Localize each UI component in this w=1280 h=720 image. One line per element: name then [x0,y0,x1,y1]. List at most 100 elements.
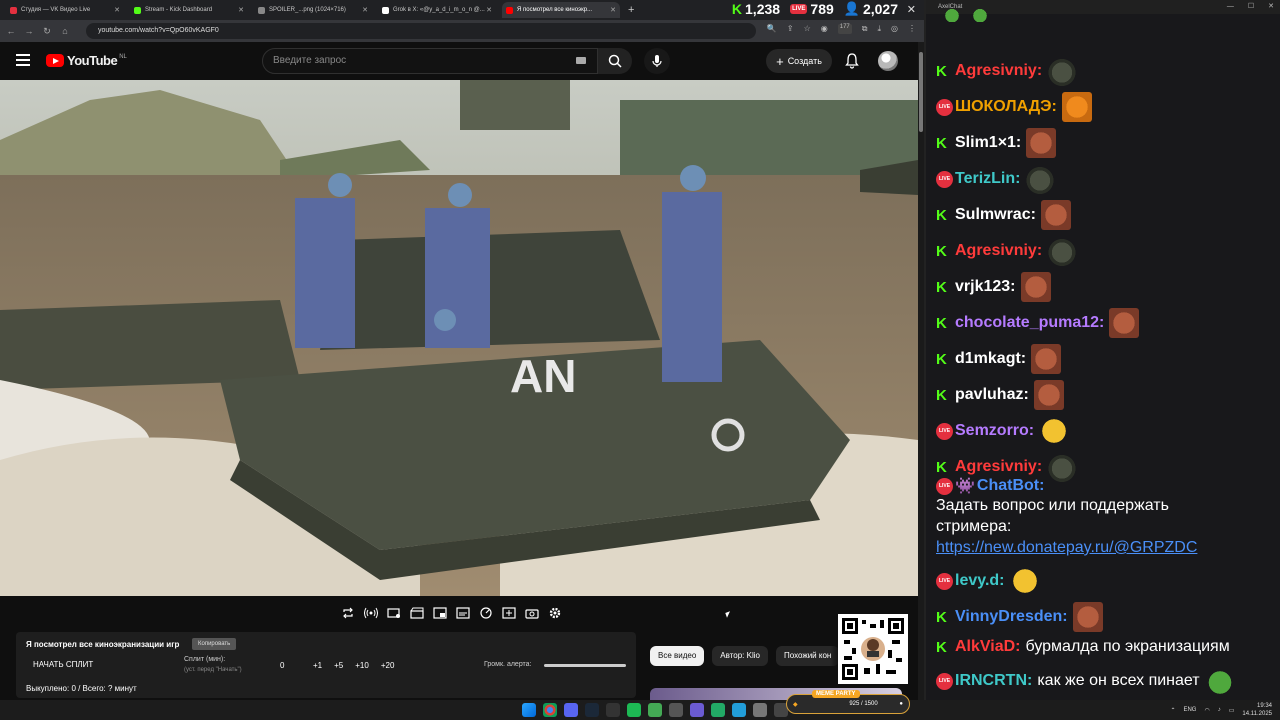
menu-dots-icon[interactable]: ⋮ [908,24,916,34]
share-icon[interactable]: ⇪ [787,24,794,34]
tiger-emote-icon [1061,92,1092,122]
gear-icon[interactable] [547,606,563,620]
extension-badge[interactable]: 177 [837,24,852,34]
screenshot-camera-icon[interactable] [524,606,540,620]
chip-all-videos[interactable]: Все видео [650,646,705,666]
app-icon[interactable] [753,703,767,717]
battery-icon[interactable]: ▭ [1229,707,1235,714]
create-button[interactable]: + Создать [766,49,832,73]
chat-username[interactable]: Agresivniy: [955,458,1042,476]
app-icon[interactable] [606,703,620,717]
steam-icon[interactable] [585,703,599,717]
avatar[interactable] [878,51,898,71]
add-20-button[interactable]: +20 [381,661,395,670]
chatbot-username[interactable]: ChatBot: [977,477,1045,495]
spotify-icon[interactable] [627,703,641,717]
add-to-queue-icon[interactable] [501,606,517,620]
close-icon[interactable]: ✕ [238,6,244,14]
chat-username[interactable]: AlkViaD: [955,638,1021,656]
language-indicator[interactable]: ENG [1183,707,1196,713]
speed-gauge-icon[interactable] [478,606,494,620]
keyboard-icon[interactable] [576,57,586,64]
telegram-icon[interactable] [732,703,746,717]
tab-kick-dashboard[interactable]: Stream - Kick Dashboard ✕ [130,2,248,18]
extension-icon[interactable]: ◉ [821,24,828,34]
youtube-logo[interactable]: YouTube NL [46,53,127,68]
chat-username[interactable]: Agresivniy: [955,62,1042,80]
chat-username[interactable]: TerizLin: [955,170,1020,188]
clapperboard-icon[interactable] [409,606,425,620]
new-tab-button[interactable]: + [628,4,634,16]
wifi-icon[interactable]: ◠ [1204,707,1209,714]
broadcast-icon[interactable] [363,606,379,620]
maximize-icon[interactable]: ☐ [1248,0,1254,14]
notifications-bell-icon[interactable] [845,53,859,69]
close-icon[interactable]: ✕ [1268,0,1274,14]
tab-spoiler-png[interactable]: SPOILER_...png (1024×716) ✕ [254,2,372,18]
chat-username[interactable]: levy.d: [955,572,1005,590]
chat-username[interactable]: Sulmwrac: [955,206,1036,224]
puzzle-icon[interactable]: ⧉ [862,24,868,34]
reload-icon[interactable]: ↻ [40,26,54,37]
zoom-icon[interactable]: 🔍 [767,24,777,34]
discord-icon[interactable] [564,703,578,717]
close-icon[interactable]: ✕ [114,6,120,14]
voice-search-button[interactable] [644,48,670,74]
chat-message-text: как же он всех пинает [1037,672,1200,689]
home-icon[interactable]: ⌂ [58,26,72,36]
chat-username[interactable]: Slim1×1: [955,134,1021,152]
chat-username[interactable]: ШОКОЛАДЭ: [955,98,1057,116]
download-icon[interactable]: ⤓ [877,24,881,34]
add-5-button[interactable]: +5 [334,661,343,670]
chat-username[interactable]: pavluhaz: [955,386,1029,404]
clock[interactable]: 19:34 14.11.2025 [1242,702,1272,718]
menu-icon[interactable] [16,54,30,66]
app-icon[interactable] [690,703,704,717]
minimize-icon[interactable]: — [1227,0,1234,14]
tab-grok-x[interactable]: Grok в X: «@y_a_d_i_m_o_n @... ✕ [378,2,496,18]
start-split-button[interactable]: НАЧАТЬ СПЛИТ [33,660,93,669]
seal-emote-icon [1047,452,1078,482]
windows-start-icon[interactable] [522,703,536,717]
chat-username[interactable]: IRNCRTN: [955,672,1032,690]
chat-username[interactable]: VinnyDresden: [955,608,1068,626]
chat-username[interactable]: d1mkagt: [955,350,1026,368]
copy-button[interactable]: Копировать [192,638,237,650]
search-button[interactable] [598,48,632,74]
tab-vk-studio[interactable]: Студия — VK Видео Live ✕ [6,2,124,18]
obs-icon[interactable] [669,703,683,717]
chip-author[interactable]: Автор: Klio [712,646,768,666]
add-10-button[interactable]: +10 [355,661,369,670]
close-icon[interactable]: ✕ [486,6,492,14]
chevron-up-icon[interactable]: ⌃ [1170,707,1175,714]
search-input[interactable]: Введите запрос [262,48,598,74]
volume-icon[interactable]: ♪ [1218,707,1221,713]
chat-username[interactable]: Semzorro: [955,422,1034,440]
app-icon[interactable] [648,703,662,717]
screen-settings-icon[interactable] [386,606,402,620]
close-icon[interactable]: ✕ [610,6,616,14]
scrollbar-thumb[interactable] [919,52,923,132]
tab-youtube-video[interactable]: Я посмотрел все киноэкр... ✕ [502,2,620,18]
chrome-icon[interactable] [543,703,557,717]
profile-icon[interactable]: ◎ [891,24,898,34]
chat-username[interactable]: Agresivniy: [955,242,1042,260]
app-icon[interactable] [711,703,725,717]
add-1-button[interactable]: +1 [313,661,322,670]
chat-username[interactable]: chocolate_puma12: [955,314,1104,332]
url-field[interactable]: youtube.com/watch?v=QpO60vKAGF0 [86,23,756,39]
loop-icon[interactable] [340,606,356,620]
bookmark-star-icon[interactable]: ☆ [804,24,811,34]
video-player[interactable]: AN [0,80,918,596]
close-icon[interactable]: ✕ [362,6,368,14]
window-close-icon[interactable]: ✕ [907,3,916,16]
subtitles-icon[interactable] [455,606,471,620]
forward-arrow-icon[interactable]: → [22,26,36,36]
split-minutes-value[interactable]: 0 [280,661,284,670]
kick-logo-icon: K [936,206,947,224]
picture-in-picture-icon[interactable] [432,606,448,620]
donate-link[interactable]: https://new.donatepay.ru/@GRPZDC [936,539,1197,557]
back-arrow-icon[interactable]: ← [4,26,18,36]
alert-volume-slider[interactable] [544,664,626,667]
chat-username[interactable]: vrjk123: [955,278,1016,296]
